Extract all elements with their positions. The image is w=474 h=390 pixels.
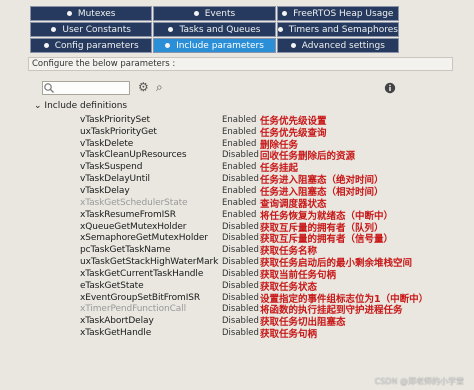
parameter-value[interactable]: Enabled	[222, 210, 260, 220]
chevron-down-icon[interactable]: ⌄	[34, 101, 42, 111]
tab-bar: Mutexes Events FreeRTOS Heap Usage User …	[30, 6, 400, 54]
parameter-value[interactable]: Enabled	[222, 127, 260, 137]
radio-dot-icon	[168, 27, 174, 32]
parameter-name: xTimerPendFunctionCall	[80, 304, 186, 315]
parameter-value[interactable]: Disabled	[222, 328, 260, 338]
parameter-value[interactable]: Disabled	[222, 150, 260, 160]
parameter-name: pcTaskGetTaskName	[80, 245, 171, 256]
parameter-annotation: 获取任务句柄	[260, 329, 318, 341]
parameter-name: eTaskGetState	[80, 280, 144, 291]
radio-dot-icon	[290, 43, 296, 48]
tab-config-parameters[interactable]: Config parameters	[30, 38, 153, 53]
parameter-value[interactable]: Disabled	[222, 304, 260, 314]
parameter-name: vTaskCleanUpResources	[80, 150, 187, 161]
radio-dot-icon	[277, 27, 283, 32]
parameter-value[interactable]: Disabled	[222, 174, 260, 184]
tab-row-2: User Constants Tasks and Queues Timers a…	[30, 22, 400, 37]
parameter-name: xSemaphoreGetMutexHolder	[80, 233, 208, 244]
configure-hint: Configure the below parameters :	[28, 57, 453, 71]
search-icon	[44, 83, 54, 93]
watermark: CSDN @郑老师的小学堂	[374, 377, 464, 386]
search-input[interactable]	[42, 81, 130, 95]
parameter-name: vTaskDelayUntil	[80, 174, 150, 185]
parameter-row[interactable]: xTaskGetHandle Disabled 获取任务句柄	[80, 327, 460, 341]
tab-events[interactable]: Events	[153, 6, 276, 21]
parameter-value[interactable]: Enabled	[222, 198, 260, 208]
radio-dot-icon	[282, 11, 288, 16]
parameter-list: vTaskPrioritySet Enabled 任务优先级设置 uxTaskPrio…	[80, 114, 460, 341]
radio-dot-icon	[193, 11, 199, 16]
tab-user-constants[interactable]: User Constants	[30, 22, 153, 37]
tab-freertos-heap-usage[interactable]: FreeRTOS Heap Usage	[276, 6, 399, 21]
include-definitions-group[interactable]: ⌄ Include definitions	[34, 101, 127, 111]
tab-tasks-and-queues[interactable]: Tasks and Queues	[153, 22, 276, 37]
parameter-value[interactable]: Enabled	[222, 115, 260, 125]
tab-mutexes[interactable]: Mutexes	[30, 6, 153, 21]
parameter-value[interactable]: Enabled	[222, 139, 260, 149]
parameter-value[interactable]: Disabled	[222, 245, 260, 255]
parameter-value[interactable]: Disabled	[222, 316, 260, 326]
parameter-name: vTaskPrioritySet	[80, 114, 150, 125]
radio-dot-icon	[66, 11, 72, 16]
parameter-name: xTaskGetCurrentTaskHandle	[80, 268, 204, 279]
search-icon[interactable]: ⌕	[156, 80, 170, 96]
tab-advanced-settings[interactable]: Advanced settings	[276, 38, 399, 53]
parameter-name: vTaskDelete	[80, 138, 134, 149]
radio-dot-icon	[43, 43, 49, 48]
parameter-name: xTaskAbortDelay	[80, 316, 154, 327]
parameter-value[interactable]: Enabled	[222, 186, 260, 196]
parameter-value[interactable]: Disabled	[222, 257, 260, 267]
tab-include-parameters[interactable]: Include parameters	[153, 38, 276, 53]
parameter-name: vTaskSuspend	[80, 162, 143, 173]
parameter-name: xTaskGetHandle	[80, 328, 152, 339]
info-icon[interactable]	[384, 82, 398, 98]
parameter-name: uxTaskPriorityGet	[80, 126, 157, 137]
radio-dot-icon	[165, 43, 171, 48]
parameter-value[interactable]: Disabled	[222, 293, 260, 303]
parameter-name: vTaskDelay	[80, 185, 130, 196]
parameter-name: uxTaskGetStackHighWaterMark	[80, 257, 219, 268]
settings-icon[interactable]: ⚙	[138, 80, 152, 96]
toolbar: ⚙ ⌕	[32, 79, 452, 99]
parameter-value[interactable]: Disabled	[222, 281, 260, 291]
parameter-name: xTaskGetSchedulerState	[80, 197, 188, 208]
radio-dot-icon	[51, 27, 57, 32]
parameter-value[interactable]: Enabled	[222, 162, 260, 172]
parameter-name: xQueueGetMutexHolder	[80, 221, 187, 232]
tab-row-3: Config parameters Include parameters Adv…	[30, 38, 400, 53]
parameter-name: xEventGroupSetBitFromISR	[80, 292, 201, 303]
tab-row-1: Mutexes Events FreeRTOS Heap Usage	[30, 6, 400, 21]
tab-timers-and-semaphores[interactable]: Timers and Semaphores	[276, 22, 399, 37]
parameter-value[interactable]: Disabled	[222, 233, 260, 243]
parameter-name: xTaskResumeFromISR	[80, 209, 176, 220]
parameter-value[interactable]: Disabled	[222, 222, 260, 232]
parameter-value[interactable]: Disabled	[222, 269, 260, 279]
